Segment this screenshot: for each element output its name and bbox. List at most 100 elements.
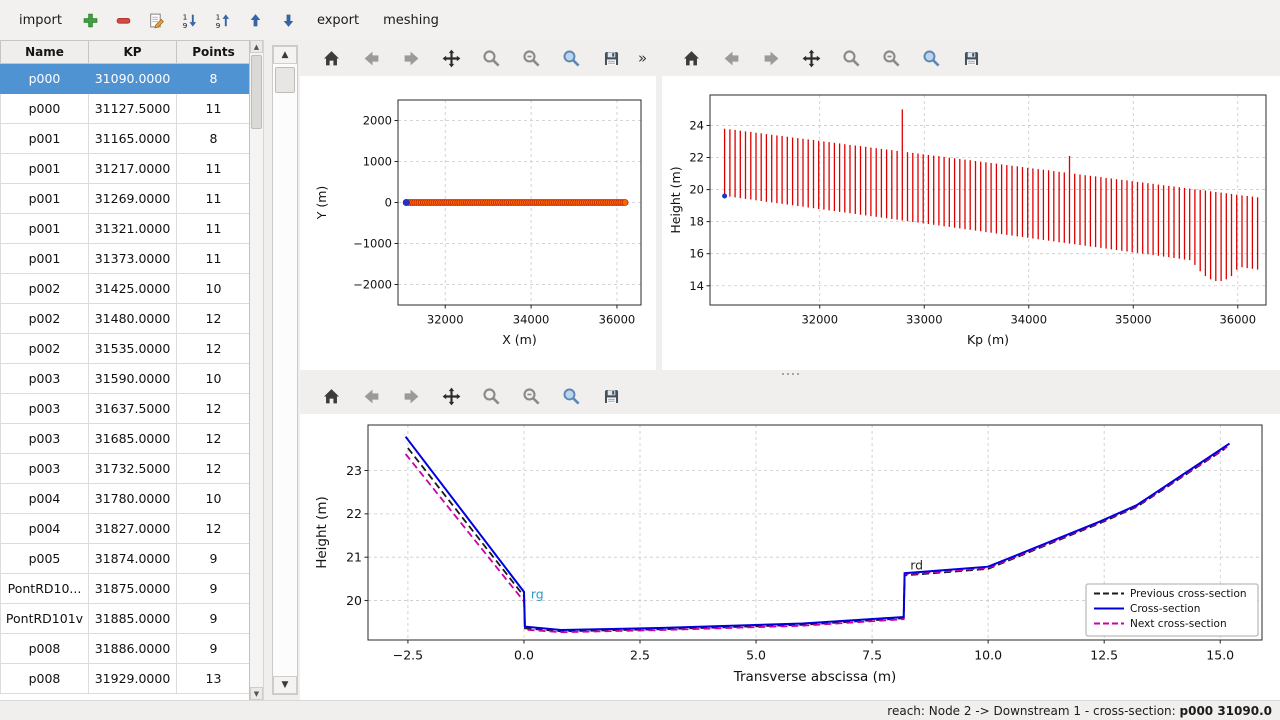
table-cell[interactable]: 31425.0000	[89, 274, 177, 304]
remove-button[interactable]	[110, 7, 137, 34]
table-row[interactable]: p00231535.000012	[1, 334, 251, 364]
table-cell[interactable]: 31373.0000	[89, 244, 177, 274]
table-cell[interactable]: 12	[177, 334, 251, 364]
table-cell[interactable]: p002	[1, 274, 89, 304]
mpl-save-button[interactable]	[596, 381, 626, 411]
table-cell[interactable]: 31090.0000	[89, 64, 177, 94]
mpl-customize-button[interactable]	[556, 43, 586, 73]
table-cell[interactable]: 31780.0000	[89, 484, 177, 514]
mpl-pan-button[interactable]	[436, 43, 466, 73]
mpl-subplots-button[interactable]	[516, 381, 546, 411]
table-cell[interactable]: p004	[1, 514, 89, 544]
table-cell[interactable]: p001	[1, 124, 89, 154]
table-cell[interactable]: 31165.0000	[89, 124, 177, 154]
mpl-forward-button[interactable]	[756, 43, 786, 73]
table-cell[interactable]: 11	[177, 94, 251, 124]
table-cell[interactable]: 31685.0000	[89, 424, 177, 454]
mpl-forward-button[interactable]	[396, 381, 426, 411]
table-cell[interactable]: 31874.0000	[89, 544, 177, 574]
table-cell[interactable]: p003	[1, 424, 89, 454]
table-cell[interactable]: 31637.5000	[89, 394, 177, 424]
table-cell[interactable]: p004	[1, 484, 89, 514]
table-row[interactable]: p00531874.00009	[1, 544, 251, 574]
mpl-zoom-button[interactable]	[476, 381, 506, 411]
table-cell[interactable]: 31535.0000	[89, 334, 177, 364]
table-cell[interactable]: p005	[1, 544, 89, 574]
table-cell[interactable]: 12	[177, 304, 251, 334]
table-cell[interactable]: p000	[1, 64, 89, 94]
mpl-zoom-button[interactable]	[476, 43, 506, 73]
mpl-save-button[interactable]	[956, 43, 986, 73]
table-cell[interactable]: 31127.5000	[89, 94, 177, 124]
table-cell[interactable]: 9	[177, 544, 251, 574]
table-cell[interactable]: p001	[1, 214, 89, 244]
table-row[interactable]: p00231425.000010	[1, 274, 251, 304]
scroll-up-icon[interactable]: ▲	[250, 40, 263, 53]
table-cell[interactable]: p003	[1, 454, 89, 484]
table-cell[interactable]: 31732.5000	[89, 454, 177, 484]
mpl-subplots-button[interactable]	[516, 43, 546, 73]
toolbar-overflow-chevron[interactable]: »	[638, 49, 647, 67]
table-cell[interactable]: 12	[177, 514, 251, 544]
table-cell[interactable]: 11	[177, 154, 251, 184]
table-cell[interactable]: 31321.0000	[89, 214, 177, 244]
table-cell[interactable]: 12	[177, 454, 251, 484]
longitudinal-plot-canvas[interactable]: 3200033000340003500036000141618202224Kp …	[662, 76, 1280, 370]
move-down-button[interactable]	[275, 7, 302, 34]
table-cell[interactable]: 10	[177, 484, 251, 514]
table-row[interactable]: p00131321.000011	[1, 214, 251, 244]
table-cell[interactable]: 11	[177, 244, 251, 274]
mpl-pan-button[interactable]	[436, 381, 466, 411]
table-scrollbar-thumb[interactable]	[251, 55, 262, 129]
table-cell[interactable]: 8	[177, 124, 251, 154]
table-cell[interactable]: 10	[177, 274, 251, 304]
sort-asc-button[interactable]: 19	[209, 7, 236, 34]
panel-scrollbar-thumb[interactable]	[275, 67, 295, 93]
table-row[interactable]: PontRD10...31875.00009	[1, 574, 251, 604]
table-cell[interactable]: p003	[1, 394, 89, 424]
table-cell[interactable]: p008	[1, 634, 89, 664]
column-header-name[interactable]: Name	[1, 41, 89, 64]
scroll-up-button[interactable]: ▲	[273, 46, 297, 64]
table-cell[interactable]: p003	[1, 364, 89, 394]
mpl-home-button[interactable]	[676, 43, 706, 73]
table-cell[interactable]: 13	[177, 664, 251, 694]
mpl-back-button[interactable]	[356, 43, 386, 73]
table-row[interactable]: p00331685.000012	[1, 424, 251, 454]
horizontal-splitter[interactable]	[300, 370, 1280, 378]
mpl-back-button[interactable]	[356, 381, 386, 411]
table-cell[interactable]: p002	[1, 334, 89, 364]
panel-scrollbar[interactable]: ▲ ▼	[272, 45, 298, 695]
table-row[interactable]: p00331732.500012	[1, 454, 251, 484]
table-cell[interactable]: p001	[1, 244, 89, 274]
table-cell[interactable]: 9	[177, 634, 251, 664]
table-cell[interactable]: p008	[1, 664, 89, 694]
table-cell[interactable]: 31827.0000	[89, 514, 177, 544]
add-button[interactable]	[77, 7, 104, 34]
table-cell[interactable]: 31269.0000	[89, 184, 177, 214]
sort-desc-button[interactable]: 19	[176, 7, 203, 34]
table-row[interactable]: p00131373.000011	[1, 244, 251, 274]
table-cell[interactable]: PontRD10...	[1, 574, 89, 604]
table-cell[interactable]: 31590.0000	[89, 364, 177, 394]
table-row[interactable]: p00331637.500012	[1, 394, 251, 424]
table-row[interactable]: p00231480.000012	[1, 304, 251, 334]
move-up-button[interactable]	[242, 7, 269, 34]
mpl-zoom-button[interactable]	[836, 43, 866, 73]
mpl-save-button[interactable]	[596, 43, 626, 73]
mpl-customize-button[interactable]	[916, 43, 946, 73]
table-cell[interactable]: 8	[177, 64, 251, 94]
table-row[interactable]: p00031127.500011	[1, 94, 251, 124]
xy-plot-canvas[interactable]: 320003400036000−2000−1000010002000X (m)Y…	[300, 76, 656, 370]
table-cell[interactable]: 11	[177, 184, 251, 214]
table-cell[interactable]: 31929.0000	[89, 664, 177, 694]
table-cell[interactable]: 31217.0000	[89, 154, 177, 184]
mpl-back-button[interactable]	[716, 43, 746, 73]
table-cell[interactable]: 12	[177, 394, 251, 424]
table-row[interactable]: PontRD101v31885.00009	[1, 604, 251, 634]
edit-button[interactable]	[143, 7, 170, 34]
table-cell[interactable]: 12	[177, 424, 251, 454]
table-row[interactable]: p00131165.00008	[1, 124, 251, 154]
table-row[interactable]: p00131269.000011	[1, 184, 251, 214]
mpl-forward-button[interactable]	[396, 43, 426, 73]
